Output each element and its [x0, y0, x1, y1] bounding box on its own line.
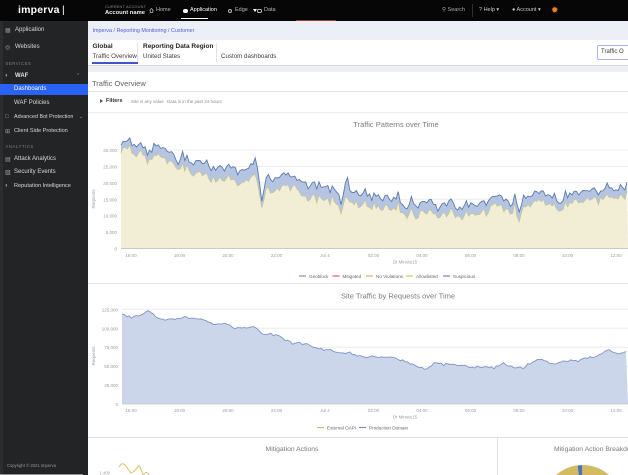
- svg-text:0: 0: [114, 247, 117, 252]
- svg-text:10:00: 10:00: [562, 408, 574, 413]
- svg-text:125,000: 125,000: [102, 307, 119, 312]
- svg-text:20:00: 20:00: [222, 408, 234, 413]
- svg-text:50,000: 50,000: [104, 364, 118, 369]
- svg-text:Requests: Requests: [91, 346, 96, 366]
- svg-text:Dt Minute15: Dt Minute15: [393, 260, 418, 265]
- svg-text:5,000: 5,000: [106, 230, 118, 235]
- svg-text:02:00: 02:00: [368, 253, 380, 258]
- svg-text:0: 0: [115, 402, 118, 407]
- svg-text:Production Domain: Production Domain: [369, 426, 409, 431]
- svg-text:10,000: 10,000: [103, 214, 117, 219]
- svg-text:Jul 4: Jul 4: [320, 408, 330, 413]
- svg-text:Mitigated: Mitigated: [343, 274, 362, 279]
- svg-text:08:00: 08:00: [513, 253, 525, 258]
- svg-text:04:00: 04:00: [416, 253, 428, 258]
- svg-text:18:00: 18:00: [174, 253, 186, 258]
- svg-text:No Violations: No Violations: [376, 274, 404, 279]
- svg-text:Jul 4: Jul 4: [320, 253, 330, 258]
- svg-text:Suspicious: Suspicious: [453, 274, 476, 279]
- svg-text:Allowlisted: Allowlisted: [416, 274, 438, 279]
- svg-text:15,000: 15,000: [103, 197, 117, 202]
- svg-text:75,000: 75,000: [104, 345, 118, 350]
- svg-text:25,000: 25,000: [103, 164, 117, 169]
- svg-text:Geoblock: Geoblock: [309, 274, 329, 279]
- svg-text:02:00: 02:00: [368, 408, 380, 413]
- svg-text:100,000: 100,000: [102, 326, 119, 331]
- svg-text:06:00: 06:00: [465, 253, 477, 258]
- svg-text:12:00: 12:00: [610, 253, 622, 258]
- svg-text:04:00: 04:00: [416, 408, 428, 413]
- svg-text:1,400: 1,400: [100, 471, 111, 475]
- svg-text:16:00: 16:00: [125, 253, 137, 258]
- svg-text:18:00: 18:00: [174, 408, 186, 413]
- svg-text:Dt Minute15: Dt Minute15: [393, 415, 418, 420]
- svg-text:20:00: 20:00: [222, 253, 234, 258]
- svg-text:12:00: 12:00: [610, 408, 622, 413]
- svg-text:Traffic Patterns over Time: Traffic Patterns over Time: [353, 120, 438, 129]
- svg-text:External OAPI: External OAPI: [327, 426, 356, 431]
- svg-text:08:00: 08:00: [513, 408, 525, 413]
- svg-text:22:00: 22:00: [271, 408, 283, 413]
- svg-text:10:00: 10:00: [562, 253, 574, 258]
- svg-text:25,000: 25,000: [104, 383, 118, 388]
- svg-text:22:00: 22:00: [271, 253, 283, 258]
- svg-text:16:00: 16:00: [125, 408, 137, 413]
- svg-text:06:00: 06:00: [465, 408, 477, 413]
- svg-text:20,000: 20,000: [103, 181, 117, 186]
- svg-text:Site Traffic by Requests over: Site Traffic by Requests over Time: [341, 292, 455, 301]
- svg-text:30,000: 30,000: [103, 148, 117, 153]
- svg-text:Requests: Requests: [91, 189, 96, 209]
